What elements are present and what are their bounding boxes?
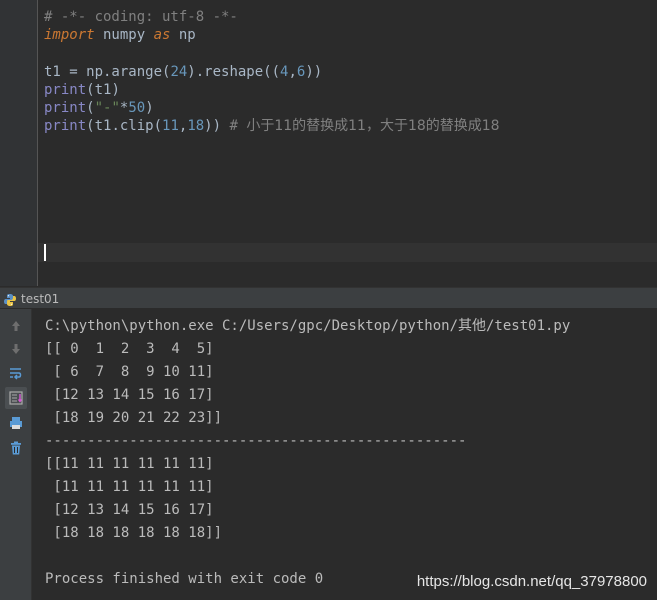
code-token: ).reshape((: [187, 63, 281, 80]
code-line[interactable]: t1 = np.arange(24).reshape((4,6)): [44, 63, 500, 81]
console-line: [[ 0 1 2 3 4 5]: [45, 341, 214, 357]
code-token: (: [86, 99, 95, 116]
code-token: # -*- coding: utf-8 -*-: [44, 9, 238, 25]
console-line: [11 11 11 11 11 11]: [45, 479, 214, 495]
code-token: numpy: [94, 27, 154, 44]
code-token: import: [44, 27, 95, 44]
text-caret: [44, 244, 46, 261]
scroll-to-end-icon: [9, 391, 23, 405]
code-token: 50: [128, 99, 146, 116]
console-line: [18 19 20 21 22 23]]: [45, 410, 223, 426]
soft-wrap-icon: [10, 368, 22, 380]
code-token: t1 = np.arange(: [44, 63, 171, 80]
print-icon: [10, 417, 22, 429]
code-token: np: [170, 27, 196, 44]
code-token: print: [44, 99, 87, 116]
code-line[interactable]: [44, 44, 500, 62]
console-output[interactable]: C:\python\python.exe C:/Users/gpc/Deskto…: [45, 315, 570, 591]
code-line[interactable]: print(t1.clip(11,18)) # 小于11的替换成11，大于18的…: [44, 117, 500, 135]
run-toolbar: [0, 309, 32, 600]
code-token: )): [204, 118, 230, 135]
code-token: 18: [187, 118, 205, 135]
code-line[interactable]: import numpy as np: [44, 26, 500, 44]
console-line: ----------------------------------------…: [45, 433, 467, 449]
console-line: [ 6 7 8 9 10 11]: [45, 364, 214, 380]
console-line: [12 13 14 15 16 17]: [45, 502, 214, 518]
scroll-to-end-button[interactable]: [5, 387, 27, 409]
rerun-up-button[interactable]: [5, 315, 27, 337]
watermark: https://blog.csdn.net/qq_37978800: [416, 573, 647, 590]
code-line[interactable]: print("-"*50): [44, 99, 500, 117]
editor-gutter: [0, 0, 37, 286]
python-icon: [3, 292, 17, 306]
print-button[interactable]: [5, 412, 27, 434]
code-token: ,: [288, 63, 297, 80]
code-token: "-": [94, 99, 120, 116]
code-token: (t1.clip(: [86, 118, 163, 135]
code-token: 11: [162, 118, 179, 135]
code-token: 小于11的替换成11，大于18的替换成18: [246, 118, 500, 135]
run-tab-label[interactable]: test01: [21, 292, 59, 306]
current-line-highlight: [38, 243, 657, 262]
code-token: print: [44, 81, 87, 98]
run-tool-window-header: test01: [0, 287, 657, 309]
rerun-down-button[interactable]: [5, 338, 27, 360]
arrow-up-icon: [12, 321, 20, 331]
code-token: (t1): [86, 81, 120, 98]
code-token: #: [229, 118, 247, 135]
trash-icon: [11, 441, 21, 455]
code-line[interactable]: # -*- coding: utf-8 -*-: [44, 8, 500, 26]
console-line: [[11 11 11 11 11 11]: [45, 456, 214, 472]
arrow-down-icon: [12, 344, 20, 354]
console-line: [18 18 18 18 18 18]]: [45, 525, 223, 541]
code-token: print: [44, 118, 87, 135]
soft-wrap-button[interactable]: [5, 362, 27, 384]
code-editor[interactable]: # -*- coding: utf-8 -*- import numpy as n…: [0, 0, 657, 286]
code-token: 24: [170, 63, 188, 80]
clear-all-button[interactable]: [5, 437, 27, 459]
code-area[interactable]: # -*- coding: utf-8 -*- import numpy as n…: [44, 8, 500, 135]
code-token: ): [145, 99, 154, 116]
code-token: )): [305, 63, 323, 80]
console-line: C:\python\python.exe C:/Users/gpc/Deskto…: [45, 318, 571, 334]
console-line: [12 13 14 15 16 17]: [45, 387, 214, 403]
code-line[interactable]: print(t1): [44, 81, 500, 99]
code-token: as: [153, 27, 171, 44]
run-panel: C:\python\python.exe C:/Users/gpc/Deskto…: [0, 309, 657, 600]
